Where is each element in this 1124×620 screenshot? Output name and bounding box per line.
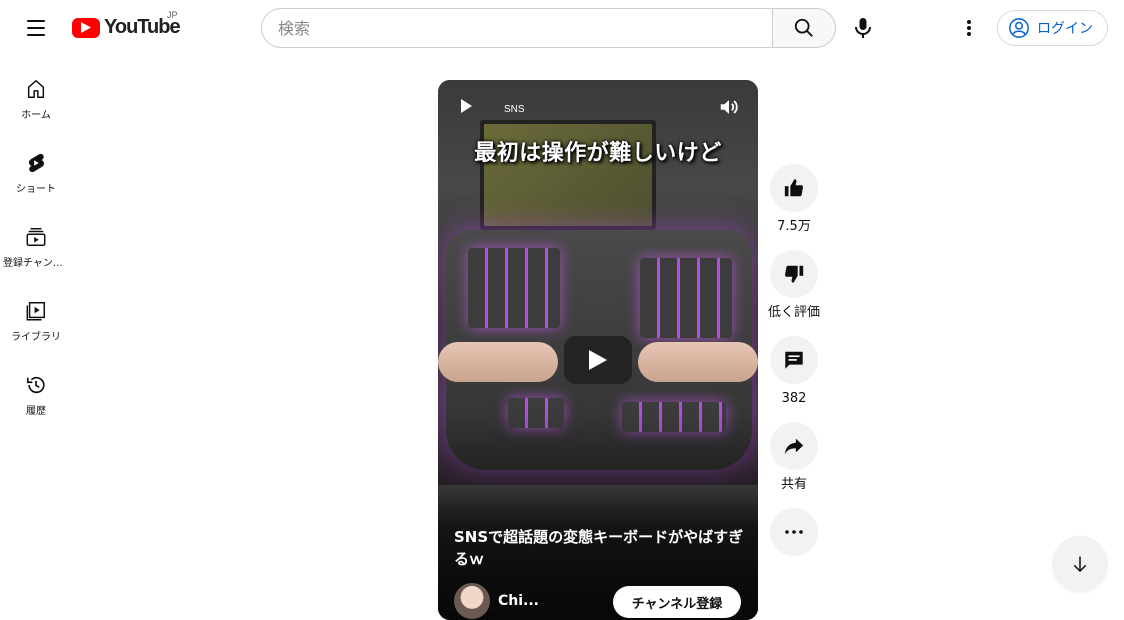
video-badge: SNS [504,104,525,115]
sidebar-item-shorts[interactable]: ショート [0,130,72,204]
search-box [261,8,836,48]
menu-line [27,34,45,36]
search-input[interactable] [261,8,772,48]
subscriptions-icon [26,228,46,246]
account-circle-icon [1009,18,1029,38]
login-label: ログイン [1037,21,1093,37]
more-actions-button[interactable] [770,508,818,556]
more-horizontal-icon [785,530,803,534]
play-icon [589,350,607,370]
video-caption: 最初は操作が難しいけど [474,141,722,166]
volume-icon [720,100,738,114]
menu-line [27,27,45,29]
share-label: 共有 [780,477,807,492]
sidebar-item-label: 登録チャンネル [3,258,69,269]
more-action [770,508,818,556]
voice-search-button[interactable] [843,8,883,48]
channel-info[interactable]: Chi... [454,583,539,619]
logo-region-code: JP [167,10,178,20]
comments-button[interactable] [770,336,818,384]
subscribe-button[interactable]: チャンネル登録 [613,586,741,618]
arrow-down-icon [1073,556,1087,573]
youtube-play-logo-icon [72,17,100,38]
microphone-icon [855,18,871,38]
sidebar-item-label: ホーム [21,110,51,121]
video-title[interactable]: SNSで超話題の変態キーボードがやばすぎるｗ [454,526,744,570]
comment-count: 382 [781,391,807,406]
history-icon [26,376,45,394]
library-icon [26,302,45,321]
comment-icon [785,351,803,369]
sidebar-item-label: ライブラリ [11,332,61,343]
sidebar-item-label: ショート [16,184,56,195]
like-count: 7.5万 [777,219,811,234]
home-icon [27,80,45,98]
share-action: 共有 [770,422,818,494]
login-button[interactable]: ログイン [997,10,1108,46]
channel-name[interactable]: Chi... [498,593,539,609]
sidebar-item-home[interactable]: ホーム [0,56,72,130]
like-button[interactable] [770,164,818,212]
dislike-label: 低く評価 [767,305,820,320]
more-vertical-icon [967,20,971,36]
sidebar-item-history[interactable]: 履歴 [0,352,72,426]
like-action: 7.5万 [770,164,818,236]
shorts-icon [28,153,44,173]
search-icon [794,18,813,37]
menu-line [27,20,45,22]
shorts-actions: 7.5万 低く評価 382 共有 [768,164,820,570]
video-keys-left [468,248,560,328]
video-keys-right [640,258,732,338]
sidebar-item-label: 履歴 [26,406,46,417]
player-volume-button[interactable] [718,96,740,122]
channel-avatar[interactable] [454,583,490,619]
next-video-button[interactable] [1052,536,1108,592]
share-button[interactable] [770,422,818,470]
guide-menu-button[interactable] [16,8,56,48]
thumbs-down-icon [784,265,804,283]
player-play-button[interactable] [458,98,474,118]
sidebar-item-subscriptions[interactable]: 登録チャンネル [0,204,72,278]
dislike-action: 低く評価 [768,250,820,322]
play-icon [461,99,472,113]
settings-more-button[interactable] [949,8,989,48]
shorts-video-player[interactable]: SNS 最初は操作が難しいけど SNSで超話題の変態キーボードがやばすぎるｗ C… [438,80,758,620]
thumbs-up-icon [784,179,804,197]
sidebar-item-library[interactable]: ライブラリ [0,278,72,352]
video-hand-left [438,342,558,382]
comment-action: 382 [770,336,818,408]
mini-guide: ホーム ショート 登録チャンネル ライブラリ 履歴 [0,56,72,426]
share-icon [784,438,804,455]
center-play-button[interactable] [564,336,632,384]
dislike-button[interactable] [770,250,818,298]
youtube-logo[interactable]: YouTube JP [72,10,181,39]
search-button[interactable] [772,8,836,48]
masthead: YouTube JP ログイン [0,0,1124,56]
video-hand-right [638,342,758,382]
